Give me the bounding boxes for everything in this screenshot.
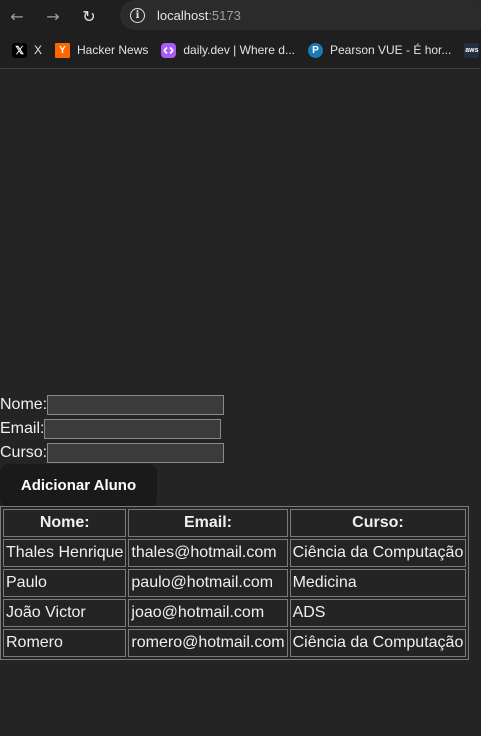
cell-email: paulo@hotmail.com bbox=[128, 569, 288, 597]
table-row: Paulo paulo@hotmail.com Medicina bbox=[3, 569, 467, 597]
forward-arrow-icon[interactable]: → bbox=[42, 5, 64, 27]
curso-row: Curso: bbox=[0, 441, 225, 465]
nome-label: Nome: bbox=[0, 396, 48, 413]
header-curso: Curso: bbox=[289, 509, 467, 537]
nome-row: Nome: bbox=[0, 393, 225, 417]
cell-curso: Medicina bbox=[289, 569, 467, 597]
curso-input[interactable] bbox=[47, 443, 225, 463]
table-header-row: Nome: Email: Curso: bbox=[3, 509, 467, 537]
email-row: Email: bbox=[0, 417, 224, 441]
bookmark-daily-dev[interactable]: daily.dev | Where d... bbox=[161, 42, 295, 58]
student-form: Nome: Email: Curso: bbox=[0, 393, 225, 465]
hacker-news-icon: Y bbox=[55, 42, 71, 58]
bookmarks-bar: 𝕏 X Y Hacker News daily.dev | Where d...… bbox=[0, 32, 481, 69]
table-row: Romero romero@hotmail.com Ciência da Com… bbox=[3, 629, 467, 657]
students-table: Nome: Email: Curso: Thales Henrique thal… bbox=[0, 506, 470, 660]
aws-icon: aws bbox=[464, 42, 480, 58]
table-row: Thales Henrique thales@hotmail.com Ciênc… bbox=[3, 539, 467, 567]
nome-input[interactable] bbox=[47, 395, 225, 415]
browser-toolbar: ← → ↻ i localhost:5173 bbox=[0, 0, 481, 32]
bookmark-pearson-vue[interactable]: P Pearson VUE - É hor... bbox=[307, 42, 452, 58]
pearson-icon: P bbox=[307, 42, 323, 58]
cell-curso: ADS bbox=[289, 599, 467, 627]
header-email: Email: bbox=[128, 509, 288, 537]
cell-nome: João Victor bbox=[3, 599, 127, 627]
address-bar[interactable]: i localhost:5173 bbox=[120, 0, 481, 30]
bookmark-label: daily.dev | Where d... bbox=[183, 43, 295, 57]
back-arrow-icon[interactable]: ← bbox=[6, 5, 28, 27]
x-logo-icon: 𝕏 bbox=[12, 42, 27, 58]
site-info-icon[interactable]: i bbox=[130, 7, 145, 23]
cell-email: joao@hotmail.com bbox=[128, 599, 288, 627]
bookmark-hacker-news[interactable]: Y Hacker News bbox=[55, 42, 149, 58]
email-label: Email: bbox=[0, 420, 45, 437]
bookmark-aws[interactable]: aws bbox=[464, 42, 481, 58]
bookmark-x[interactable]: 𝕏 X bbox=[12, 42, 43, 58]
email-input[interactable] bbox=[44, 419, 222, 439]
cell-curso: Ciência da Computação bbox=[289, 629, 467, 657]
bookmark-label: Hacker News bbox=[77, 43, 149, 57]
cell-nome: Romero bbox=[3, 629, 127, 657]
daily-dev-icon bbox=[161, 42, 177, 58]
header-nome: Nome: bbox=[3, 509, 127, 537]
table-row: João Victor joao@hotmail.com ADS bbox=[3, 599, 467, 627]
cell-curso: Ciência da Computação bbox=[289, 539, 467, 567]
cell-nome: Paulo bbox=[3, 569, 127, 597]
add-student-button[interactable]: Adicionar Aluno bbox=[0, 464, 157, 507]
cell-nome: Thales Henrique bbox=[3, 539, 127, 567]
curso-label: Curso: bbox=[0, 444, 48, 461]
bookmark-label: Pearson VUE - É hor... bbox=[329, 43, 452, 57]
cell-email: thales@hotmail.com bbox=[128, 539, 288, 567]
url-text[interactable]: localhost:5173 bbox=[157, 8, 241, 23]
cell-email: romero@hotmail.com bbox=[128, 629, 288, 657]
bookmark-label: X bbox=[34, 43, 43, 57]
reload-icon[interactable]: ↻ bbox=[78, 5, 100, 27]
